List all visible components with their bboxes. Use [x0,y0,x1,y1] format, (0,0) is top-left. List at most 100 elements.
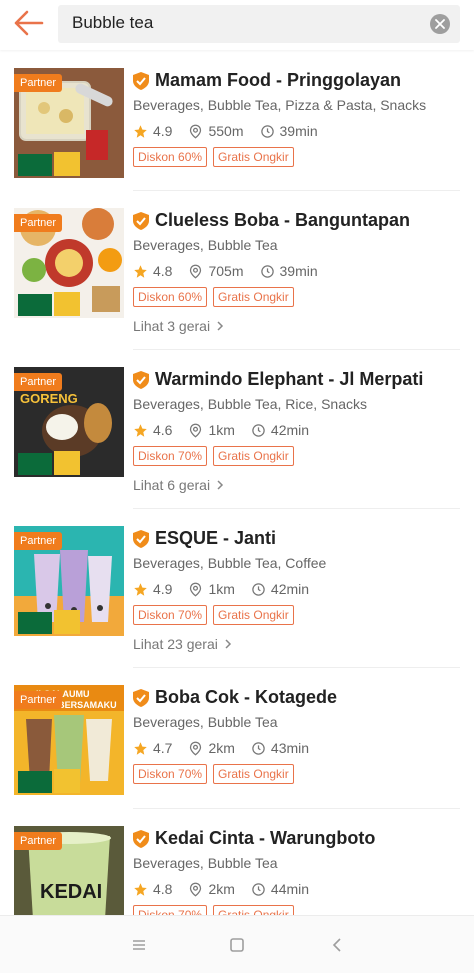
verified-badge-icon [133,529,149,548]
chevron-right-icon [217,480,224,490]
see-more-label: Lihat 6 gerai [133,477,211,493]
back-button[interactable] [8,6,48,40]
restaurant-image: II GALAUMU OBA BERSAMAKU Partner [14,685,124,795]
delivery-time: 44min [270,881,310,897]
back-icon[interactable] [326,934,348,956]
distance: 2km [208,740,235,756]
restaurant-card[interactable]: Partner Clueless Boba - Banguntapan Beve… [0,191,474,350]
restaurant-list: Partner Mamam Food - Pringgolayan Bevera… [0,50,474,915]
delivery-time: 42min [270,581,310,597]
rating: 4.9 [153,581,173,597]
restaurant-name[interactable]: ESQUE - Janti [155,528,276,549]
rating: 4.6 [153,422,173,438]
restaurant-card[interactable]: Partner Mamam Food - Pringgolayan Bevera… [0,50,474,191]
chevron-right-icon [225,639,231,649]
restaurant-name[interactable]: Clueless Boba - Banguntapan [155,210,410,231]
menu-icon[interactable] [128,934,150,956]
restaurant-image: AM GORENG Partner [14,367,124,477]
verified-badge-icon [133,211,149,230]
restaurant-categories: Beverages, Bubble Tea [133,855,278,871]
star-icon [134,423,147,437]
restaurant-card[interactable]: Partner ESQUE - Janti Beverages, Bubble … [0,509,474,668]
location-pin-icon [190,264,202,279]
restaurant-categories: Beverages, Bubble Tea, Rice, Snacks [133,396,367,412]
discount-tag: Diskon 60% [133,287,208,307]
distance: 705m [208,263,244,279]
rating: 4.9 [153,123,173,139]
see-more-label: Lihat 3 gerai [133,318,211,334]
restaurant-card[interactable]: II GALAUMU OBA BERSAMAKU Partner Boba Co… [0,668,474,809]
svg-text:KEDAI: KEDAI [40,881,102,903]
location-pin-icon [190,124,202,139]
partner-badge: Partner [14,532,63,550]
discount-tag: Diskon 70% [133,764,208,784]
search-header: Bubble tea [0,0,474,50]
partner-badge: Partner [14,373,63,391]
star-icon [134,264,147,278]
see-more-outlets-link[interactable]: Lihat 6 gerai [133,477,225,493]
discount-tag: Diskon 60% [133,147,208,167]
verified-badge-icon [133,71,149,90]
free-delivery-tag: Gratis Ongkir [213,905,294,915]
free-delivery-tag: Gratis Ongkir [213,446,294,466]
distance: 1km [208,422,235,438]
restaurant-name[interactable]: Warmindo Elephant - Jl Merpati [155,369,423,390]
verified-badge-icon [133,370,149,389]
home-icon[interactable] [226,934,248,956]
discount-tag: Diskon 70% [133,605,208,625]
discount-tag: Diskon 70% [133,446,208,466]
see-more-label: Lihat 23 gerai [133,636,218,652]
arrow-left-icon [14,10,44,36]
see-more-outlets-link[interactable]: Lihat 23 gerai [133,636,233,652]
restaurant-name[interactable]: Boba Cok - Kotagede [155,687,337,708]
location-pin-icon [190,582,202,597]
restaurant-categories: Beverages, Bubble Tea [133,714,278,730]
restaurant-categories: Beverages, Bubble Tea [133,237,278,253]
rating: 4.8 [153,881,173,897]
system-nav-bar [0,915,474,973]
rating: 4.8 [153,263,173,279]
restaurant-categories: Beverages, Bubble Tea, Pizza & Pasta, Sn… [133,97,427,113]
restaurant-image: Partner [14,208,124,318]
verified-badge-icon [133,688,149,707]
clock-icon [260,264,274,278]
search-field[interactable]: Bubble tea [58,5,460,43]
clock-icon [252,882,265,896]
star-icon [134,882,147,896]
restaurant-card[interactable]: KEDAI Partner Kedai Cinta - Warungboto B… [0,809,474,915]
clear-icon [435,19,445,29]
clock-icon [260,124,274,138]
location-pin-icon [190,882,202,897]
clock-icon [252,582,265,596]
verified-badge-icon [133,829,149,848]
clock-icon [252,741,265,755]
free-delivery-tag: Gratis Ongkir [213,764,294,784]
discount-tag: Diskon 70% [133,905,208,915]
restaurant-categories: Beverages, Bubble Tea, Coffee [133,555,327,571]
partner-badge: Partner [14,832,63,850]
restaurant-card[interactable]: AM GORENG Partner Warmindo Elephant - Jl… [0,350,474,509]
restaurant-image: Partner [14,526,124,636]
delivery-time: 43min [270,740,310,756]
free-delivery-tag: Gratis Ongkir [213,287,294,307]
chevron-right-icon [217,321,224,331]
distance: 2km [208,881,235,897]
svg-text:GORENG: GORENG [20,391,78,406]
clock-icon [252,423,265,437]
delivery-time: 39min [279,123,318,139]
restaurant-name[interactable]: Kedai Cinta - Warungboto [155,828,375,849]
distance: 550m [208,123,244,139]
delivery-time: 42min [270,422,310,438]
restaurant-name[interactable]: Mamam Food - Pringgolayan [155,70,401,91]
free-delivery-tag: Gratis Ongkir [213,605,294,625]
free-delivery-tag: Gratis Ongkir [213,147,294,167]
distance: 1km [208,581,235,597]
rating: 4.7 [153,740,173,756]
star-icon [134,582,147,596]
clear-search-button[interactable] [430,14,450,34]
delivery-time: 39min [279,263,318,279]
partner-badge: Partner [14,691,63,709]
see-more-outlets-link[interactable]: Lihat 3 gerai [133,318,225,334]
search-input[interactable]: Bubble tea [72,13,153,33]
location-pin-icon [190,741,202,756]
